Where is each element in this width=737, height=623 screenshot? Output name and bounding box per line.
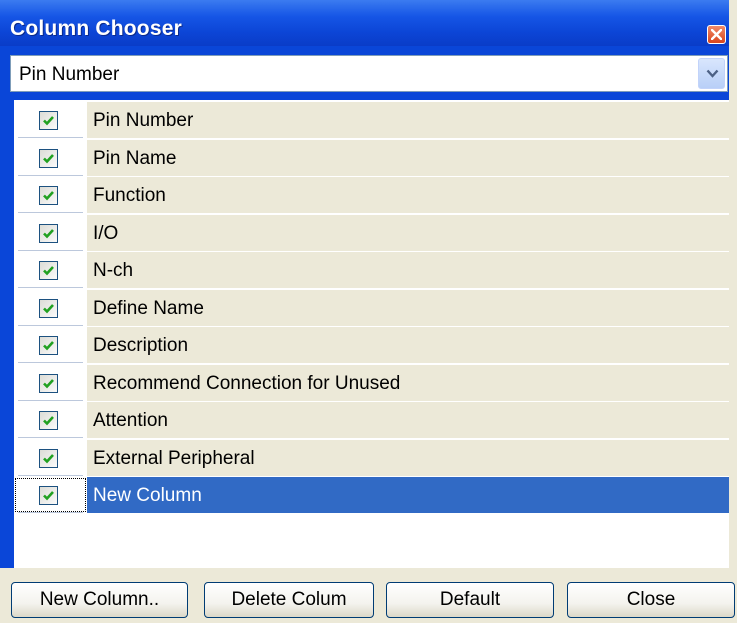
column-row[interactable]: Pin Number [14,102,729,139]
checkbox-cell [14,102,87,138]
column-visible-checkbox[interactable] [39,111,58,130]
column-visible-checkbox[interactable] [39,411,58,430]
column-visible-checkbox[interactable] [39,336,58,355]
column-label-cell[interactable]: New Column [87,477,729,513]
column-label-cell[interactable]: Pin Number [87,102,729,138]
column-label: New Column [93,485,202,506]
dropdown-value: Pin Number [19,64,120,85]
column-visible-checkbox[interactable] [39,486,58,505]
checkbox-cell [14,290,87,326]
column-row[interactable]: I/O [14,215,729,252]
title-bar[interactable]: Column Chooser [0,0,729,46]
delete-column-button[interactable]: Delete Colum [204,582,374,618]
column-label: I/O [93,223,119,244]
column-label-cell[interactable]: Define Name [87,290,729,326]
column-visible-checkbox[interactable] [39,449,58,468]
column-list: Pin Number Pin Name Function I/O N-ch Define … [14,100,729,568]
checkbox-cell [14,440,87,476]
close-button[interactable]: Close [567,582,735,618]
column-row[interactable]: Recommend Connection for Unused [14,365,729,402]
checkbox-cell [14,177,87,213]
column-select-dropdown[interactable]: Pin Number [10,55,728,92]
window-title: Column Chooser [10,17,182,40]
column-label: Recommend Connection for Unused [93,373,401,394]
column-row[interactable]: Description [14,327,729,364]
column-visible-checkbox[interactable] [39,149,58,168]
column-row[interactable]: External Peripheral [14,440,729,477]
column-row[interactable]: Attention [14,402,729,439]
column-label: Define Name [93,298,204,319]
column-label: Pin Name [93,148,177,169]
checkbox-cell [14,215,87,251]
column-label: Description [93,335,189,356]
default-button[interactable]: Default [386,582,554,618]
new-column-button[interactable]: New Column.. [11,582,188,618]
column-row[interactable]: Define Name [14,290,729,327]
button-bar: New Column.. Delete Colum Default Close [0,568,735,623]
column-label-cell[interactable]: I/O [87,215,729,251]
column-label-cell[interactable]: Pin Name [87,140,729,176]
dropdown-button[interactable] [698,58,725,89]
column-visible-checkbox[interactable] [39,261,58,280]
column-label: Attention [93,410,168,431]
column-label: N-ch [93,260,134,281]
column-visible-checkbox[interactable] [39,186,58,205]
column-row[interactable]: New Column [14,477,729,514]
column-visible-checkbox[interactable] [39,224,58,243]
column-label-cell[interactable]: Description [87,327,729,363]
column-label: External Peripheral [93,448,255,469]
column-chooser-window: Column Chooser Pin Number Pin Number Pin … [0,0,737,623]
column-row[interactable]: Pin Name [14,140,729,177]
checkbox-cell [14,327,87,363]
column-label-cell[interactable]: Recommend Connection for Unused [87,365,729,401]
column-label: Function [93,185,166,206]
checkbox-cell [14,252,87,288]
column-visible-checkbox[interactable] [39,374,58,393]
close-window-button[interactable] [707,25,726,44]
checkbox-cell [14,365,87,401]
column-label: Pin Number [93,110,194,131]
column-label-cell[interactable]: Attention [87,402,729,438]
checkbox-cell [14,402,87,438]
column-label-cell[interactable]: N-ch [87,252,729,288]
column-label-cell[interactable]: External Peripheral [87,440,729,476]
checkbox-cell [14,140,87,176]
column-label-cell[interactable]: Function [87,177,729,213]
column-visible-checkbox[interactable] [39,299,58,318]
checkbox-cell [14,477,87,513]
column-row[interactable]: Function [14,177,729,214]
column-row[interactable]: N-ch [14,252,729,289]
